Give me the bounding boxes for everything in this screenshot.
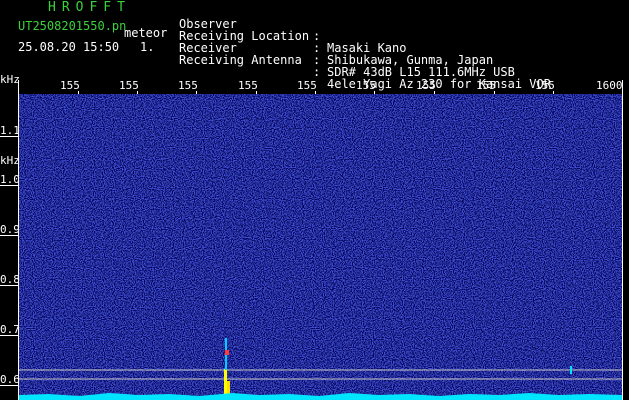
y-tick-label: 0.7 xyxy=(0,323,20,336)
info-separator: : xyxy=(313,65,321,79)
y-tick-label: 1.0 xyxy=(0,173,20,186)
x-tick-label: 155 xyxy=(178,79,198,92)
app-title: HROFFT xyxy=(48,0,131,15)
info-label: Receiving Antenna xyxy=(179,53,302,67)
y-tick-label: 1.1 xyxy=(0,124,20,137)
frequency-unit-label: kHz xyxy=(0,73,20,86)
file-kind: meteor xyxy=(124,26,168,40)
frame-number: 1. xyxy=(140,40,155,54)
x-tick-label: 155 xyxy=(356,79,376,92)
y-tick-label: 0.6 xyxy=(0,373,20,386)
info-row-receiver: Receiver : SDR# 43dB L15 111.6MHz USB xyxy=(179,30,515,78)
right-axis-line xyxy=(622,80,623,400)
x-tick-label: 1600 xyxy=(596,79,623,92)
file-name: UT2508201550.pn xyxy=(18,19,127,33)
y-tick-mark xyxy=(0,285,18,286)
x-tick-label: 155 xyxy=(119,79,139,92)
y-tick-mark xyxy=(0,385,18,386)
faint-echo xyxy=(570,366,572,374)
info-row-antenna: Receiving Antenna : 4ele Yagi Az 230 for… xyxy=(179,42,551,90)
x-tick-label: 155 xyxy=(297,79,317,92)
meteor-red-spot xyxy=(225,350,229,355)
x-tick-label: 155 xyxy=(60,79,80,92)
y-tick-mark xyxy=(0,185,18,186)
y-tick-label: 0.9 xyxy=(0,223,20,236)
x-tick-label: 155 xyxy=(476,79,496,92)
x-tick-label: 155 xyxy=(535,79,555,92)
y-tick-mark xyxy=(0,136,18,137)
spectrogram-noise xyxy=(19,94,622,400)
x-tick-label: 155 xyxy=(238,79,258,92)
frequency-unit-label-side: kHz xyxy=(0,154,20,167)
x-tick-label: 155 xyxy=(416,79,436,92)
y-tick-label: 0.8 xyxy=(0,273,20,286)
info-row-location: Receiving Location : Shibukawa, Gunma, J… xyxy=(179,18,493,66)
info-row-observer: Observer : Masaki Kano xyxy=(179,6,406,54)
y-tick-mark xyxy=(0,235,18,236)
spectrogram xyxy=(19,94,622,400)
y-tick-mark xyxy=(0,335,18,336)
date-time: 25.08.20 15:50 xyxy=(18,40,120,54)
